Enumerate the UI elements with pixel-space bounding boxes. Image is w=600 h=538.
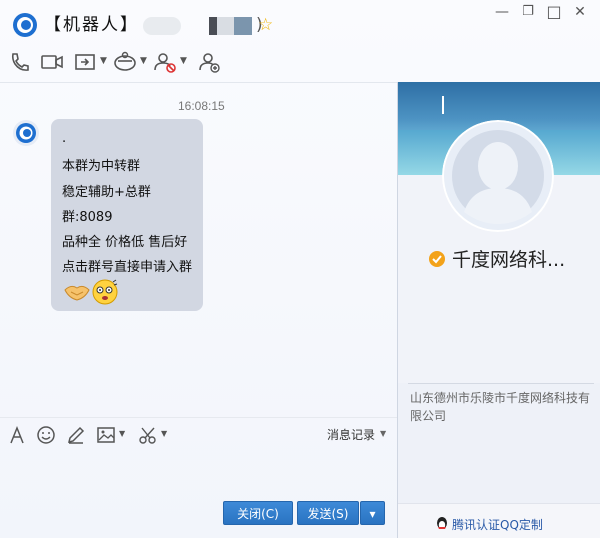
chevron-down-icon[interactable]: ▼ <box>380 429 386 438</box>
chevron-down-icon[interactable]: ▼ <box>140 56 147 66</box>
divider <box>408 383 594 384</box>
image-icon[interactable] <box>96 425 116 445</box>
video-icon[interactable] <box>40 50 64 74</box>
restore-button[interactable]: ❐ <box>520 4 536 20</box>
message-history-link[interactable]: 消息记录 <box>327 426 375 443</box>
scissors-icon[interactable] <box>138 425 158 445</box>
profile-address: 山东德州市乐陵市千度网络科技有限公司 <box>410 391 591 423</box>
message-line: 品种全 价格低 售后好 <box>62 235 188 250</box>
verified-badge-icon <box>429 251 445 267</box>
cert-bar: 腾讯认证QQ定制 <box>398 503 600 538</box>
chevron-down-icon[interactable]: ▼ <box>119 429 125 438</box>
message-line: . <box>62 131 67 146</box>
chevron-down-icon[interactable]: ▼ <box>100 56 107 66</box>
chat-toolbar: ▼ ▼ ▼ <box>0 46 600 78</box>
minimize-button[interactable]: — <box>494 4 510 20</box>
title-redacted-block <box>234 17 252 35</box>
dizzy-face-emoji <box>92 279 118 305</box>
sailboat-image <box>442 96 444 114</box>
block-user-icon[interactable] <box>152 50 178 74</box>
profile-name: 千度网络科... <box>452 249 566 271</box>
share-screen-icon[interactable] <box>74 50 98 74</box>
send-options-button[interactable]: ▾ <box>360 501 385 525</box>
qq-cert-link[interactable]: 腾讯认证QQ定制 <box>452 516 543 533</box>
close-button[interactable]: 关闭(C) <box>223 501 293 525</box>
pencil-icon[interactable] <box>66 425 86 445</box>
title-bar: 【机器人】 ) ☆ — ❐ □ ✕ <box>0 0 600 44</box>
maximize-button[interactable]: □ <box>546 4 562 20</box>
qq-logo-icon <box>13 13 37 37</box>
qq-chat-window: 【机器人】 ) ☆ — ❐ □ ✕ ▼ ▼ ▼ 16:08:15 . 本群为中转… <box>0 0 600 538</box>
add-contact-icon[interactable] <box>198 50 222 74</box>
message-timestamp: 16:08:15 <box>178 99 225 113</box>
send-button[interactable]: 发送(S) <box>297 501 359 525</box>
chevron-down-icon[interactable]: ▼ <box>180 56 187 66</box>
profile-panel: 千度网络科... 山东德州市乐陵市千度网络科技有限公司 腾讯认证QQ定制 <box>398 82 600 538</box>
divider <box>0 417 398 418</box>
profile-avatar[interactable] <box>442 120 554 232</box>
message-line[interactable]: 群:8089 <box>62 206 112 225</box>
font-icon[interactable] <box>8 425 26 445</box>
title-redacted-block <box>217 17 235 35</box>
handshake-emoji <box>64 285 90 301</box>
close-window-button[interactable]: ✕ <box>572 4 588 20</box>
message-line: 本群为中转群 <box>62 159 141 174</box>
title-redacted-block <box>143 17 181 35</box>
phone-icon[interactable] <box>8 50 30 74</box>
star-icon: ☆ <box>258 15 274 35</box>
qq-penguin-icon <box>437 517 447 529</box>
emoji-icon[interactable] <box>36 425 56 445</box>
message-line: 点击群号直接申请入群 <box>62 260 193 275</box>
divider <box>0 82 398 83</box>
remote-assist-icon[interactable] <box>112 50 138 74</box>
message-line: 稳定辅助+总群 <box>62 185 151 200</box>
window-title: 【机器人】 <box>44 15 139 35</box>
chevron-down-icon[interactable]: ▼ <box>161 429 167 438</box>
sender-avatar[interactable] <box>12 119 40 147</box>
